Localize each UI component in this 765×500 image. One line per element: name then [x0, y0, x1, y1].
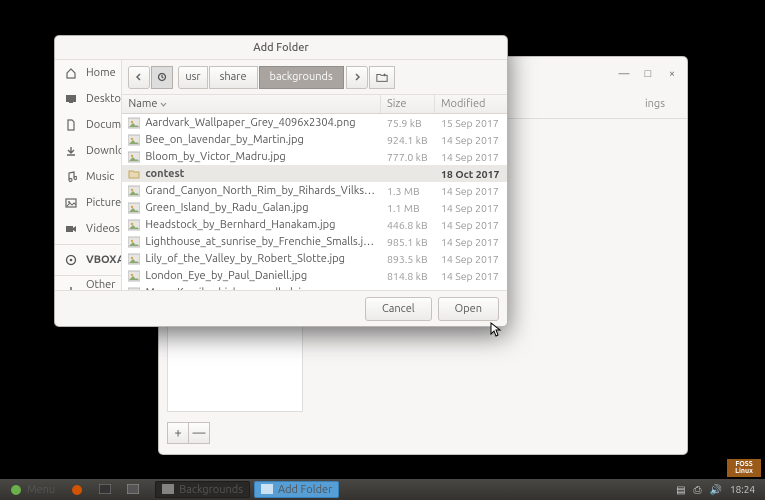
add-folder-button[interactable]: +	[167, 422, 189, 444]
sidebar-item-music[interactable]: Music	[55, 164, 121, 190]
image-icon	[128, 134, 140, 146]
file-row[interactable]: Lily_of_the_Valley_by_Robert_Slotte.jpg8…	[122, 250, 507, 267]
desktop-icon	[71, 484, 83, 496]
column-header-name[interactable]: Name	[122, 95, 381, 113]
path-bar: usr share backgrounds	[122, 60, 507, 94]
nav-recent-button[interactable]	[151, 66, 173, 89]
sidebar-item-documents[interactable]: Documents	[55, 112, 121, 138]
sidebar-item-home[interactable]: Home	[55, 60, 121, 86]
file-row[interactable]: Lighthouse_at_sunrise_by_Frenchie_Smalls…	[122, 233, 507, 250]
file-row[interactable]: Aardvark_Wallpaper_Grey_4096x2304.png75.…	[122, 114, 507, 131]
taskbar: Menu BackgroundsAdd Folder ▤ ⎙ 🔊 18:24	[0, 479, 765, 500]
sidebar-item-downloads[interactable]: Downloads	[55, 138, 121, 164]
dialog-title: Add Folder	[55, 36, 507, 60]
close-button[interactable]: ×	[665, 67, 679, 81]
file-row[interactable]: Bee_on_lavendar_by_Martin.jpg924.1 kB14 …	[122, 131, 507, 148]
dialog-footer: Cancel Open	[55, 290, 507, 326]
show-desktop-button[interactable]	[65, 481, 89, 498]
folder-icon	[128, 168, 140, 180]
task-list: BackgroundsAdd Folder	[155, 481, 339, 498]
image-icon	[128, 253, 140, 265]
minimize-button[interactable]: —	[617, 67, 631, 81]
new-folder-button[interactable]	[369, 66, 395, 89]
column-header-size[interactable]: Size	[381, 95, 435, 113]
nav-back-button[interactable]	[128, 66, 150, 89]
nav-forward-button[interactable]	[346, 66, 368, 89]
terminal-icon	[99, 484, 111, 496]
bg-icon	[162, 484, 174, 496]
remove-folder-button[interactable]: —	[188, 422, 210, 444]
folder-icon	[261, 484, 273, 496]
launcher-icon[interactable]	[121, 481, 145, 498]
launcher-icon[interactable]	[93, 481, 117, 498]
mouse-cursor-icon	[490, 322, 502, 338]
sidebar-item-pictures[interactable]: Pictures	[55, 190, 121, 216]
tray-icon[interactable]: 🔊	[710, 484, 722, 496]
file-list[interactable]: Aardvark_Wallpaper_Grey_4096x2304.png75.…	[122, 114, 507, 290]
menu-button[interactable]: Menu	[4, 481, 61, 498]
sidebar-item-videos[interactable]: Videos	[55, 216, 121, 242]
tray-icon[interactable]: ▤	[676, 484, 685, 496]
image-icon	[128, 185, 140, 197]
file-row[interactable]: Grand_Canyon_North_Rim_by_Rihards_Vilks……	[122, 182, 507, 199]
file-browser-main: usr share backgrounds Name Size Modified…	[122, 60, 507, 290]
open-button[interactable]: Open	[438, 297, 499, 321]
image-icon	[128, 151, 140, 163]
image-icon	[128, 270, 140, 282]
doc-icon	[65, 119, 77, 131]
breadcrumb-segment[interactable]: usr	[178, 66, 207, 89]
image-icon	[128, 219, 140, 231]
home-icon	[65, 67, 77, 79]
file-row[interactable]: contest18 Oct 2017	[122, 165, 507, 182]
desktop-icon	[65, 93, 77, 105]
file-row[interactable]: Headstock_by_Bernhard_Hanakam.jpg446.8 k…	[122, 216, 507, 233]
image-icon	[128, 117, 140, 129]
clock[interactable]: 18:24	[730, 484, 755, 495]
taskbar-task[interactable]: Backgrounds	[155, 481, 250, 498]
breadcrumb-segment[interactable]: backgrounds	[259, 66, 344, 89]
image-icon	[128, 202, 140, 214]
taskbar-task[interactable]: Add Folder	[254, 481, 339, 498]
tray-icon[interactable]: ⎙	[694, 484, 702, 496]
file-list-header: Name Size Modified	[122, 94, 507, 114]
maximize-button[interactable]: □	[641, 67, 655, 81]
file-row[interactable]: Bloom_by_Victor_Madru.jpg777.0 kB14 Sep …	[122, 148, 507, 165]
file-row[interactable]: Green_Island_by_Radu_Galan.jpg1.1 MB14 S…	[122, 199, 507, 216]
music-icon	[65, 171, 77, 183]
sidebar-item-vboxad[interactable]: VBOXAD…⏏	[55, 247, 121, 273]
breadcrumb-segment[interactable]: share	[209, 66, 258, 89]
files-icon	[127, 484, 139, 496]
vid-icon	[65, 223, 77, 235]
pic-icon	[65, 197, 77, 209]
file-row[interactable]: London_Eye_by_Paul_Daniell.jpg814.8 kB14…	[122, 267, 507, 284]
file-chooser-dialog: Add Folder HomeDesktopDocumentsDownloads…	[54, 35, 508, 327]
menu-icon	[10, 484, 22, 496]
down-icon	[65, 145, 77, 157]
disk-icon	[65, 254, 77, 266]
sidebar-item-desktop[interactable]: Desktop	[55, 86, 121, 112]
sidebar-item-otherlocations[interactable]: Other Locations	[55, 278, 121, 290]
image-icon	[128, 236, 140, 248]
places-sidebar: HomeDesktopDocumentsDownloadsMusicPictur…	[55, 60, 122, 290]
cancel-button[interactable]: Cancel	[365, 297, 432, 321]
tab-partial[interactable]: ings	[635, 91, 675, 118]
column-header-modified[interactable]: Modified	[435, 95, 507, 113]
foss-linux-watermark: FOSSLinux	[727, 459, 761, 477]
system-tray: ▤ ⎙ 🔊 18:24	[676, 484, 761, 496]
folder-list-buttons: + —	[167, 422, 210, 444]
